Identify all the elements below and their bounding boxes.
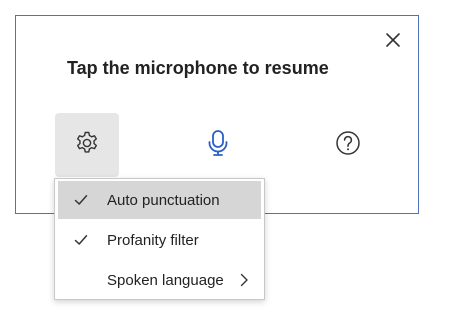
- dictation-stage: Tap the microphone to resume Auto punctu…: [0, 0, 450, 316]
- help-icon: [335, 130, 361, 161]
- chevron-right-icon: [239, 273, 249, 287]
- gear-icon: [74, 130, 100, 161]
- menu-item-label: Auto punctuation: [107, 191, 220, 209]
- menu-item-label: Profanity filter: [107, 231, 199, 249]
- close-button[interactable]: [382, 31, 404, 53]
- settings-button[interactable]: [55, 113, 119, 177]
- menu-item-profanity-filter[interactable]: Profanity filter: [58, 221, 261, 259]
- microphone-button[interactable]: [186, 113, 250, 177]
- help-button[interactable]: [316, 113, 380, 177]
- menu-item-auto-punctuation[interactable]: Auto punctuation: [58, 181, 261, 219]
- menu-item-spoken-language[interactable]: Spoken language: [58, 261, 261, 299]
- settings-menu: Auto punctuation Profanity filter Spoken…: [54, 178, 265, 300]
- dialog-title: Tap the microphone to resume: [67, 58, 329, 78]
- checkmark-icon: [74, 233, 88, 247]
- checkmark-icon: [74, 193, 88, 207]
- microphone-icon: [207, 129, 229, 162]
- close-icon: [385, 32, 401, 53]
- menu-item-label: Spoken language: [107, 271, 224, 289]
